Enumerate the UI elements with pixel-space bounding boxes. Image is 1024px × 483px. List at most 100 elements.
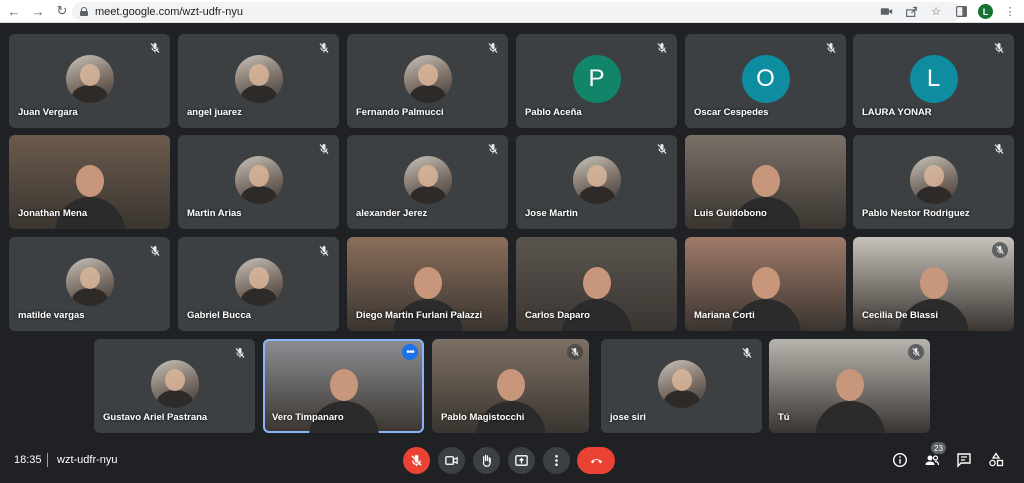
participant-name: Gustavo Ariel Pastrana bbox=[103, 412, 208, 423]
participant-tile[interactable]: angel juarez bbox=[178, 34, 339, 128]
more-options-button[interactable] bbox=[543, 447, 570, 474]
participant-tile[interactable]: Fernando Palmucci bbox=[347, 34, 508, 128]
participant-video bbox=[769, 339, 930, 433]
participant-tile[interactable]: P Pablo Aceña bbox=[516, 34, 677, 128]
back-arrow-icon[interactable]: ← bbox=[4, 1, 24, 21]
participant-name: Cecilia De Blassi bbox=[862, 310, 939, 321]
microphone-muted-icon bbox=[318, 244, 330, 256]
participant-name: Luis Guidobono bbox=[694, 208, 767, 219]
video-camera-icon bbox=[445, 456, 458, 465]
participant-avatar bbox=[234, 55, 283, 103]
participant-avatar bbox=[234, 156, 283, 204]
meeting-time: 18:35 bbox=[14, 454, 42, 466]
participant-name: Juan Vergara bbox=[18, 107, 78, 118]
participant-name: Pablo Aceña bbox=[525, 107, 582, 118]
microphone-muted-icon bbox=[149, 41, 161, 53]
microphone-off-icon bbox=[411, 454, 422, 467]
participant-tile[interactable]: Juan Vergara bbox=[9, 34, 170, 128]
camera-toggle-button[interactable] bbox=[438, 447, 465, 474]
participant-tile[interactable]: Pablo Magistocchi bbox=[432, 339, 589, 433]
participant-avatar: O bbox=[741, 55, 790, 103]
participant-tile[interactable]: jose siri bbox=[601, 339, 762, 433]
activities-button[interactable] bbox=[987, 451, 1005, 469]
participant-tile[interactable]: Luis Guidobono bbox=[685, 135, 846, 229]
chat-button[interactable] bbox=[955, 451, 973, 469]
browser-actions: ☆ L ⋮ bbox=[878, 2, 1018, 21]
participant-avatar bbox=[909, 156, 958, 204]
microphone-toggle-button[interactable] bbox=[403, 447, 430, 474]
share-icon[interactable] bbox=[903, 4, 919, 20]
participant-tile[interactable]: Diego Martin Furlani Palazzi bbox=[347, 237, 508, 331]
participant-avatar bbox=[234, 258, 283, 306]
star-icon[interactable]: ☆ bbox=[928, 4, 944, 20]
meeting-code: wzt-udfr-nyu bbox=[57, 454, 118, 466]
forward-arrow-icon[interactable]: → bbox=[28, 1, 48, 21]
participant-tile[interactable]: Tú bbox=[769, 339, 930, 433]
participant-tile[interactable]: Martin Arias bbox=[178, 135, 339, 229]
participant-tile[interactable]: Jonathan Mena bbox=[9, 135, 170, 229]
meeting-details-button[interactable] bbox=[891, 451, 909, 469]
info-icon bbox=[892, 452, 908, 468]
participant-tile[interactable]: Vero Timpanaro ••• bbox=[263, 339, 424, 433]
microphone-muted-icon bbox=[487, 41, 499, 53]
participant-name: Jose Martin bbox=[525, 208, 578, 219]
participant-name: Tú bbox=[778, 412, 790, 423]
participant-name: angel juarez bbox=[187, 107, 242, 118]
participant-name: jose siri bbox=[610, 412, 646, 423]
participant-name: Oscar Cespedes bbox=[694, 107, 769, 118]
participant-tile[interactable]: Cecilia De Blassi bbox=[853, 237, 1014, 331]
participant-tile[interactable]: Pablo Nestor Rodriguez bbox=[853, 135, 1014, 229]
profile-avatar[interactable]: L bbox=[978, 4, 993, 19]
microphone-muted-icon bbox=[825, 41, 837, 53]
participant-name: matilde vargas bbox=[18, 310, 85, 321]
participant-avatar bbox=[403, 55, 452, 103]
participant-avatar: L bbox=[909, 55, 958, 103]
microphone-muted-icon bbox=[567, 344, 583, 360]
participant-tile[interactable]: alexander Jerez bbox=[347, 135, 508, 229]
participant-tile[interactable]: Carlos Daparo bbox=[516, 237, 677, 331]
leave-call-button[interactable] bbox=[577, 447, 615, 474]
participant-tile[interactable]: Mariana Corti bbox=[685, 237, 846, 331]
microphone-muted-icon bbox=[318, 41, 330, 53]
tile-options-icon[interactable]: ••• bbox=[402, 344, 418, 360]
divider bbox=[47, 453, 48, 467]
participant-name: Jonathan Mena bbox=[18, 208, 88, 219]
participant-avatar bbox=[65, 55, 114, 103]
people-icon bbox=[925, 455, 940, 466]
lock-icon bbox=[80, 7, 88, 16]
microphone-muted-icon bbox=[656, 41, 668, 53]
participant-name: Mariana Corti bbox=[694, 310, 755, 321]
participant-tile[interactable]: Gustavo Ariel Pastrana bbox=[94, 339, 255, 433]
participant-tile[interactable]: Gabriel Bucca bbox=[178, 237, 339, 331]
participant-tile[interactable]: L LAURA YONAR bbox=[853, 34, 1014, 128]
participant-grid: Juan Vergara angel juarez Fernando Palmucc… bbox=[0, 23, 1024, 438]
side-panel-icon[interactable] bbox=[953, 4, 969, 20]
participant-avatar bbox=[150, 360, 199, 408]
hand-icon bbox=[482, 454, 491, 467]
participant-tile[interactable]: O Oscar Cespedes bbox=[685, 34, 846, 128]
microphone-muted-icon bbox=[993, 41, 1005, 53]
more-vertical-icon bbox=[555, 454, 558, 467]
participant-tile[interactable]: Jose Martin bbox=[516, 135, 677, 229]
meeting-controls-bar: 18:35 wzt-udfr-nyu bbox=[0, 438, 1024, 483]
participant-name: Pablo Magistocchi bbox=[441, 412, 525, 423]
url-text: meet.google.com/wzt-udfr-nyu bbox=[95, 5, 243, 18]
participant-avatar bbox=[403, 156, 452, 204]
participant-name: Gabriel Bucca bbox=[187, 310, 251, 321]
microphone-muted-icon bbox=[741, 346, 753, 358]
camera-icon[interactable] bbox=[878, 4, 894, 20]
reload-icon[interactable]: ↻ bbox=[52, 1, 72, 21]
address-bar[interactable]: meet.google.com/wzt-udfr-nyu bbox=[72, 2, 962, 21]
chat-icon bbox=[957, 453, 971, 468]
raise-hand-button[interactable] bbox=[473, 447, 500, 474]
participant-tile[interactable]: matilde vargas bbox=[9, 237, 170, 331]
present-screen-button[interactable] bbox=[508, 447, 535, 474]
participant-name: Fernando Palmucci bbox=[356, 107, 444, 118]
participant-avatar bbox=[657, 360, 706, 408]
microphone-muted-icon bbox=[487, 142, 499, 154]
participant-avatar: P bbox=[572, 55, 621, 103]
participant-name: Vero Timpanaro bbox=[272, 412, 344, 423]
end-call-icon bbox=[590, 459, 602, 464]
participant-name: alexander Jerez bbox=[356, 208, 428, 219]
kebab-menu-icon[interactable]: ⋮ bbox=[1002, 4, 1018, 20]
